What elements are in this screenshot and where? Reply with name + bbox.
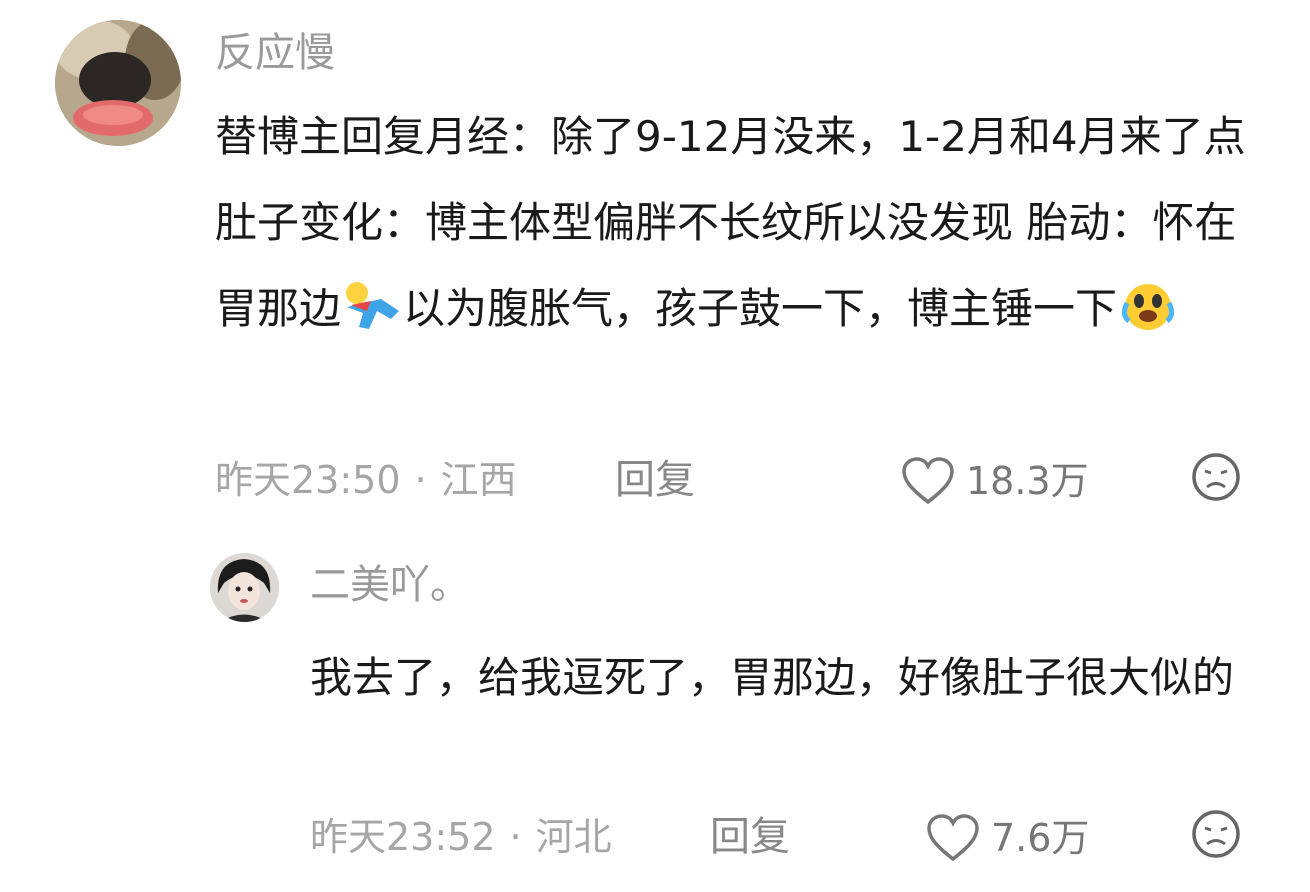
separator: · — [509, 815, 522, 859]
crawling-emoji-icon — [346, 282, 400, 329]
sad-face-icon[interactable] — [1191, 452, 1241, 502]
username[interactable]: 二美吖。 — [310, 562, 470, 608]
reply-button[interactable]: 回复 — [615, 458, 695, 502]
like-count: 18.3万 — [966, 459, 1089, 503]
sad-face-icon[interactable] — [1191, 809, 1241, 859]
username[interactable]: 反应慢 — [215, 30, 335, 76]
reply-button[interactable]: 回复 — [710, 815, 790, 859]
like-count: 7.6万 — [991, 816, 1090, 860]
heart-outline-icon — [927, 814, 979, 862]
comment-location: 江西 — [440, 458, 517, 502]
like-button[interactable]: 7.6万 — [925, 813, 1089, 863]
like-button[interactable]: 18.3万 — [900, 456, 1089, 506]
comment-meta: 昨天23:52 · 河北 — [310, 815, 612, 859]
comment-text: 替博主回复月经：除了9-12月没来，1-2月和4月来了点 肚子变化：博主体型偏胖… — [215, 112, 1246, 333]
comment-time: 昨天23:52 — [310, 815, 496, 859]
comment-time: 昨天23:50 — [215, 458, 401, 502]
heart-outline-icon — [902, 457, 954, 505]
comment-text: 我去了，给我逗死了，胃那边，好像肚子很大似的 — [310, 653, 1235, 702]
crying-laughing-emoji-icon — [1122, 284, 1175, 330]
comment-meta: 昨天23:50 · 江西 — [215, 458, 517, 502]
comment-location: 河北 — [535, 815, 612, 859]
separator: · — [414, 458, 427, 502]
avatar[interactable] — [55, 20, 181, 146]
avatar[interactable] — [210, 553, 279, 622]
